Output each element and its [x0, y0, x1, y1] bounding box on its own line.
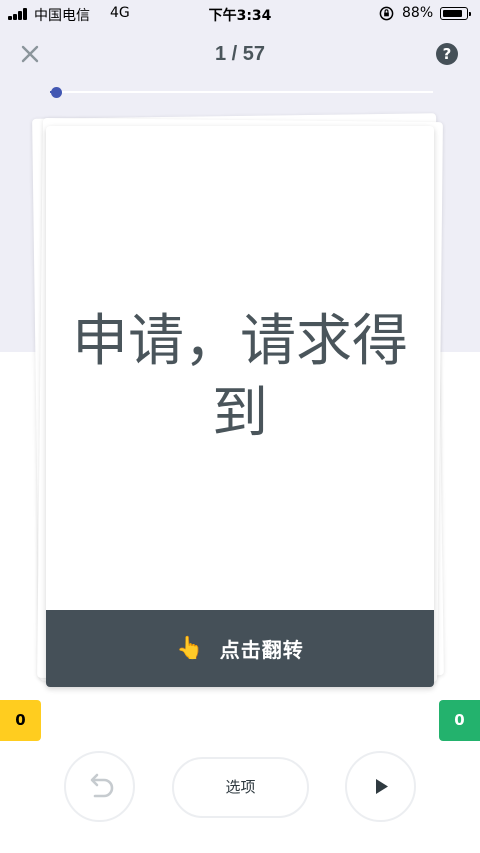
options-button[interactable]: 选项	[172, 757, 309, 818]
progress-bar	[50, 86, 433, 98]
battery-percent: 88%	[402, 5, 434, 21]
known-count: 0	[439, 700, 480, 741]
flip-label: 点击翻转	[219, 638, 304, 662]
rotation-lock-icon	[379, 6, 394, 21]
flip-button[interactable]: 👆 点击翻转	[46, 610, 434, 687]
pointing-hand-icon: 👆	[176, 636, 204, 661]
undo-button[interactable]	[64, 751, 135, 822]
play-icon	[376, 779, 388, 794]
status-bar: 中国电信 4G 下午3:34 88%	[0, 0, 480, 28]
play-button[interactable]	[345, 751, 416, 822]
battery-icon	[440, 7, 471, 20]
still-learning-count: 0	[0, 700, 41, 741]
help-icon[interactable]: ?	[436, 43, 458, 65]
card-term: 申请，请求得到	[72, 309, 408, 446]
undo-icon	[90, 773, 114, 798]
flashcard[interactable]: 申请，请求得到 👆 点击翻转	[46, 126, 434, 687]
progress-indicator	[50, 86, 62, 98]
card-counter: 1 / 57	[214, 43, 266, 65]
